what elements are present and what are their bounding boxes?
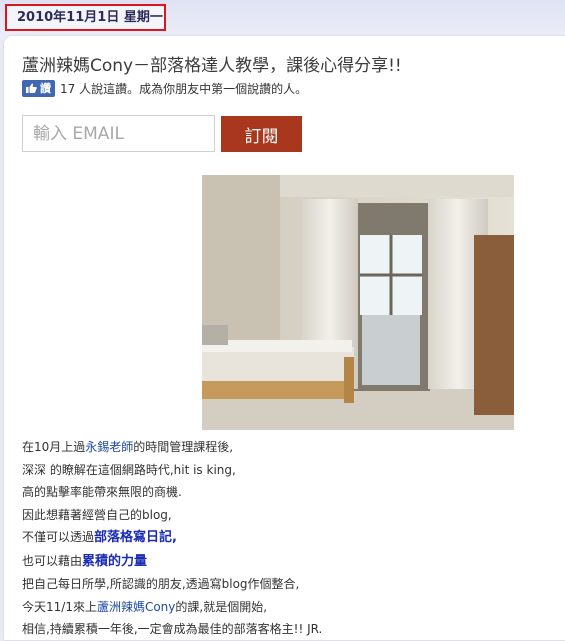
bedroom-photo [202, 175, 514, 430]
like-count-text: 17 人說這讚。成為你朋友中第一個說讚的人。 [60, 81, 308, 96]
email-input[interactable] [22, 115, 215, 152]
facebook-like-row: 讚 17 人說這讚。成為你朋友中第一個說讚的人。 [22, 79, 307, 97]
post-title[interactable]: 蘆洲辣媽Cony－部落格達人教學，課後心得分享!! [22, 51, 402, 76]
body-line: 相信,持續累積一年後,一定會成為最佳的部落客格主!! JR. [22, 622, 323, 636]
bedroom-photo-image [202, 175, 514, 430]
body-line: 高的點擊率能帶來無限的商機. [22, 485, 182, 499]
body-line: 深深 的瞭解在這個網路時代,hit is king, [22, 462, 236, 477]
body-line: 也可以藉由累積的力量 [22, 553, 148, 569]
body-line: 因此想藉著經營自己的blog, [22, 507, 172, 522]
body-line: 把自己每日所學,所認識的朋友,透過寫blog作個整合, [22, 577, 300, 591]
subscribe-button[interactable]: 訂閱 [221, 116, 302, 152]
facebook-like-button[interactable]: 讚 [22, 79, 55, 97]
like-button-label: 讚 [40, 82, 51, 95]
thumbs-up-icon [26, 83, 37, 93]
body-line: 今天11/1來上蘆洲辣媽Cony的課,就是個開始, [22, 599, 268, 614]
post-body: 在10月上過永錫老師的時間管理課程後, 深深 的瞭解在這個網路時代,hit is… [22, 436, 542, 641]
body-line: 不僅可以透過部落格寫日記, [22, 530, 177, 545]
teacher-link[interactable]: 永錫老師 [85, 440, 133, 454]
post-card: 蘆洲辣媽Cony－部落格達人教學，課後心得分享!! 讚 17 人說這讚。成為你朋… [4, 36, 565, 640]
highlight-text: 部落格寫日記, [94, 530, 177, 545]
cony-link[interactable]: 蘆洲辣媽Cony [97, 600, 175, 614]
highlight-text: 累積的力量 [82, 553, 148, 569]
post-date: 2010年11月1日 星期一 [5, 4, 166, 31]
body-line: 在10月上過永錫老師的時間管理課程後, [22, 440, 234, 454]
